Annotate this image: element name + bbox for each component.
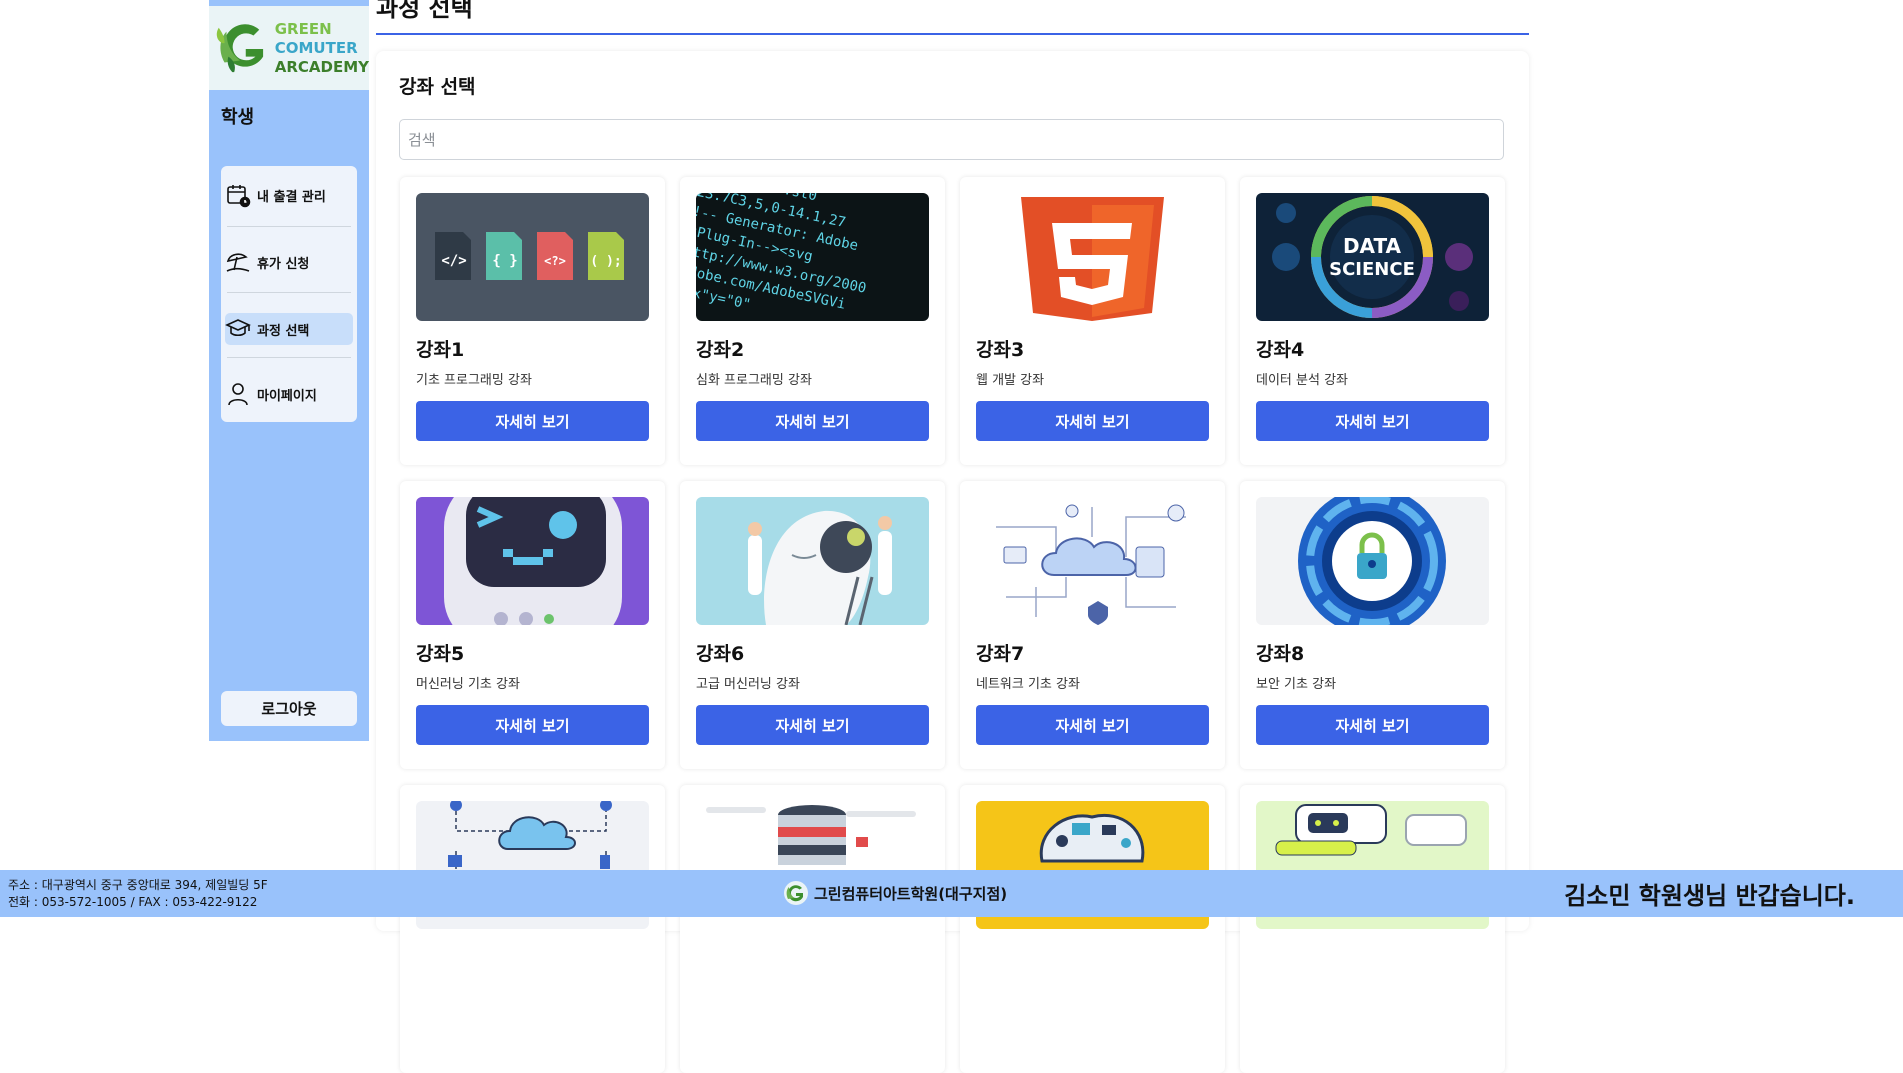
- course-description: 기초 프로그래밍 강좌: [416, 373, 532, 388]
- course-detail-button[interactable]: 자세히 보기: [416, 705, 649, 745]
- divider: [227, 292, 351, 293]
- course-card-3: 강좌3 웹 개발 강좌 자세히 보기: [960, 177, 1225, 465]
- search-input[interactable]: [399, 119, 1504, 160]
- logout-button[interactable]: 로그아웃: [221, 691, 357, 726]
- course-card-10: [680, 785, 945, 1073]
- course-card-2: .2~29,2L23.st0 23.7C3,5,0-14.1,27 !-- Ge…: [680, 177, 945, 465]
- svg-text:SCIENCE: SCIENCE: [1329, 259, 1415, 280]
- green-g-logo-icon: [216, 24, 264, 73]
- svg-text:( );: ( );: [590, 254, 621, 269]
- course-detail-button[interactable]: 자세히 보기: [416, 401, 649, 441]
- course-title: 강좌2: [696, 339, 745, 361]
- sidebar: GREEN COMUTER ARCADEMY 학생 내 출결 관리 휴가 신청: [209, 0, 369, 741]
- source-code-image: .2~29,2L23.st0 23.7C3,5,0-14.1,27 !-- Ge…: [696, 193, 929, 321]
- footer: 주소 : 대구광역시 중구 중앙대로 394, 제일빌딩 5F 전화 : 053…: [0, 870, 1903, 917]
- course-card-12: [1240, 785, 1505, 1073]
- course-title: 강좌5: [416, 643, 465, 665]
- divider: [227, 357, 351, 358]
- sidebar-item-label: 내 출결 관리: [257, 189, 326, 205]
- course-description: 고급 머신러닝 강좌: [696, 677, 800, 692]
- brand-logo[interactable]: GREEN COMUTER ARCADEMY: [209, 6, 369, 90]
- course-title: 강좌1: [416, 339, 465, 361]
- course-detail-button[interactable]: 자세히 보기: [976, 401, 1209, 441]
- svg-text:DATA: DATA: [1343, 234, 1402, 258]
- sidebar-item-label: 과정 선택: [257, 323, 310, 339]
- sidebar-item-mypage[interactable]: 마이페이지: [225, 378, 353, 410]
- course-card-5: 강좌5 머신러닝 기초 강좌 자세히 보기: [400, 481, 665, 769]
- ai-head-image: [696, 497, 929, 625]
- course-card-6: 강좌6 고급 머신러닝 강좌 자세히 보기: [680, 481, 945, 769]
- course-detail-button[interactable]: 자세히 보기: [1256, 401, 1489, 441]
- course-card-4: DATA SCIENCE 강좌4 데이터 분석 강좌 자세히 보기: [1240, 177, 1505, 465]
- svg-text:</>: </>: [441, 253, 466, 269]
- svg-text:{ }: { }: [492, 253, 517, 269]
- sidebar-item-label: 휴가 신청: [257, 256, 310, 272]
- footer-academy: 그린컴퓨터아트학원(대구지점): [783, 880, 1007, 906]
- brand-line-3: ARCADEMY: [274, 57, 369, 76]
- user-icon: [228, 383, 248, 406]
- title-divider: [376, 33, 1529, 35]
- sidebar-item-course-select[interactable]: 과정 선택: [225, 313, 353, 345]
- code-files-icon: </> { } <?> ( );: [416, 193, 649, 321]
- academy-name: 그린컴퓨터아트학원(대구지점): [814, 884, 1008, 903]
- brand-name: GREEN COMUTER ARCADEMY: [275, 20, 369, 77]
- course-card-8: 강좌8 보안 기초 강좌 자세히 보기: [1240, 481, 1505, 769]
- course-description: 웹 개발 강좌: [976, 373, 1045, 388]
- course-title: 강좌6: [696, 643, 745, 665]
- data-science-image: DATA SCIENCE: [1256, 193, 1489, 321]
- course-description: 심화 프로그래밍 강좌: [696, 373, 812, 388]
- cloud-network-image: [976, 497, 1209, 625]
- course-description: 머신러닝 기초 강좌: [416, 677, 520, 692]
- course-card-1: </> { } <?> ( ); 강좌1 기초 프로그래밍 강좌 자세히 보기: [400, 177, 665, 465]
- graduation-cap-icon: [225, 319, 251, 337]
- sidebar-item-attendance[interactable]: 내 출결 관리: [225, 179, 353, 211]
- course-title: 강좌3: [976, 339, 1025, 361]
- course-detail-button[interactable]: 자세히 보기: [976, 705, 1209, 745]
- footer-phone: 전화 : 053-572-1005 / FAX : 053-422-9122: [8, 895, 258, 909]
- course-description: 네트워크 기초 강좌: [976, 677, 1080, 692]
- robot-face-image: [416, 497, 649, 625]
- welcome-message: 김소민 학원생님 반갑습니다.: [1564, 882, 1855, 910]
- calendar-icon: [227, 185, 251, 208]
- user-role-label: 학생: [221, 107, 255, 128]
- page-title: 과정 선택: [376, 0, 473, 22]
- security-lock-image: [1256, 497, 1489, 625]
- course-detail-button[interactable]: 자세히 보기: [1256, 705, 1489, 745]
- green-g-logo-icon: [784, 881, 808, 905]
- html5-logo: [976, 193, 1209, 321]
- footer-contact: 주소 : 대구광역시 중구 중앙대로 394, 제일빌딩 5F 전화 : 053…: [8, 877, 268, 911]
- course-card-9: [400, 785, 665, 1073]
- brand-line-1: GREEN: [274, 19, 332, 38]
- svg-text:<?>: <?>: [544, 254, 566, 268]
- course-title: 강좌7: [976, 643, 1025, 665]
- divider: [227, 226, 351, 227]
- sidebar-item-vacation[interactable]: 휴가 신청: [225, 246, 353, 278]
- course-detail-button[interactable]: 자세히 보기: [696, 705, 929, 745]
- sidebar-menu: 내 출결 관리 휴가 신청 과정 선택 마이페이지: [221, 166, 357, 422]
- beach-umbrella-icon: [226, 253, 250, 272]
- sidebar-item-label: 마이페이지: [257, 388, 317, 404]
- course-card-11: [960, 785, 1225, 1073]
- course-description: 보안 기초 강좌: [1256, 677, 1337, 692]
- course-detail-button[interactable]: 자세히 보기: [696, 401, 929, 441]
- course-card-7: 강좌7 네트워크 기초 강좌 자세히 보기: [960, 481, 1225, 769]
- course-title: 강좌8: [1256, 643, 1305, 665]
- brand-line-2: COMUTER: [274, 38, 358, 57]
- course-panel: 강좌 선택 </> { } <?> ( ); 강좌1 기초 프로그래밍 강좌 자…: [376, 51, 1529, 1073]
- panel-title: 강좌 선택: [399, 76, 476, 98]
- course-title: 강좌4: [1256, 339, 1305, 361]
- footer-address: 주소 : 대구광역시 중구 중앙대로 394, 제일빌딩 5F: [8, 878, 268, 892]
- course-description: 데이터 분석 강좌: [1256, 373, 1348, 388]
